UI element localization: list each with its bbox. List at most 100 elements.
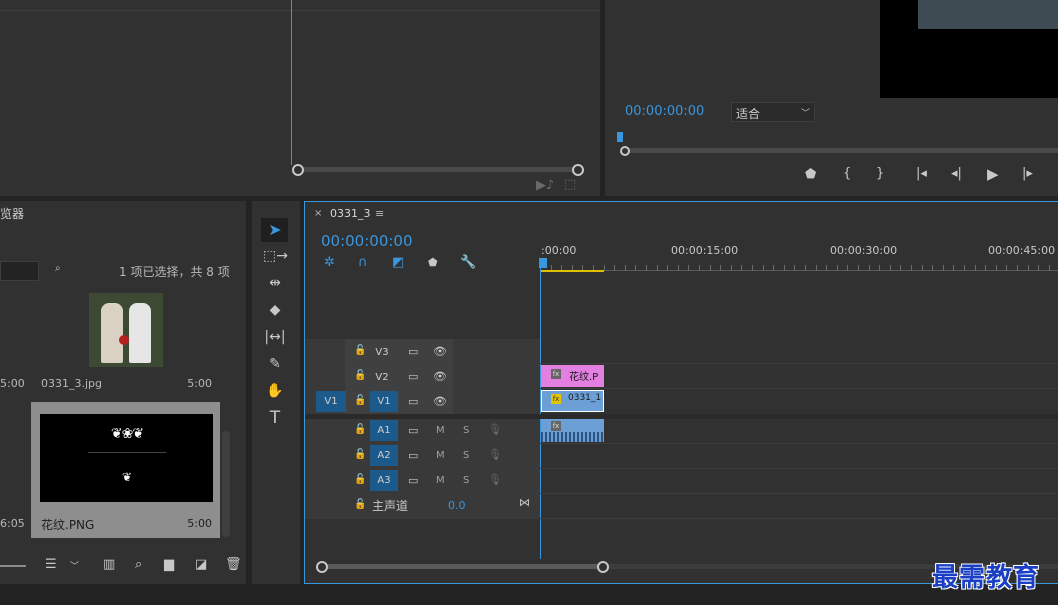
bowtie-icon[interactable]: ⋈ (519, 496, 530, 509)
hand-tool-icon[interactable]: ✋ (263, 380, 287, 402)
nest-icon[interactable]: ✲ (324, 255, 335, 270)
add-marker-icon[interactable]: ⬟ (805, 167, 816, 182)
program-scroll-handle[interactable] (620, 146, 630, 156)
program-monitor-panel: 00:00:00:00 适合 ﹀ ⬟ { } |◂ ◂| ▶ |▸ (605, 0, 1058, 196)
close-icon[interactable]: × (314, 208, 322, 219)
solo-button[interactable]: S (463, 450, 469, 461)
fit-dropdown[interactable]: 适合 ﹀ (731, 102, 815, 122)
program-scroll-track[interactable] (625, 148, 1058, 153)
lock-icon[interactable]: 🔓 (354, 474, 366, 485)
project-item-0331-3[interactable]: 0331_3.jpg 5:00 (31, 293, 220, 396)
step-forward-icon[interactable]: |▸ (1022, 166, 1033, 181)
zoom-scrollbar-track[interactable] (297, 167, 579, 172)
track-label-v1[interactable]: V1 (370, 391, 398, 412)
timeline-playhead-head[interactable] (539, 258, 547, 268)
microphone-icon[interactable]: 🎙 (488, 473, 502, 486)
lock-icon[interactable]: 🔓 (354, 424, 366, 435)
program-timecode[interactable]: 00:00:00:00 (625, 104, 704, 119)
export-frame-icon[interactable]: ⬚ (564, 177, 576, 192)
zoom-scrollbar-right-handle[interactable] (572, 164, 584, 176)
ruler-tick (911, 265, 912, 271)
work-area-bar[interactable] (540, 270, 604, 272)
sync-lock-icon[interactable]: ▭ (408, 395, 418, 408)
track-select-tool-icon[interactable]: ⬚→ (263, 245, 288, 267)
mute-button[interactable]: M (436, 475, 445, 486)
eye-icon[interactable]: 👁 (433, 370, 447, 383)
eye-icon[interactable]: 👁 (433, 345, 447, 358)
play-icon[interactable]: ▶ (987, 165, 999, 183)
ruler-baseline[interactable] (540, 270, 1058, 271)
zoom-scrollbar-left-handle[interactable] (292, 164, 304, 176)
clip-0331-1[interactable]: fx 0331_1 (541, 390, 604, 412)
video-audio-divider (305, 414, 1058, 419)
find-icon[interactable]: ⌕ (135, 557, 142, 572)
mark-out-icon[interactable]: } (876, 166, 884, 181)
sync-lock-icon[interactable]: ▭ (408, 474, 418, 487)
clip-huawen[interactable]: fx 花纹.P (541, 365, 604, 387)
program-playhead[interactable] (617, 132, 623, 142)
trash-icon[interactable]: 🗑 (225, 557, 242, 572)
panel-menu-icon[interactable]: ≡ (375, 207, 384, 220)
timeline-scroll-right-handle[interactable] (597, 561, 609, 573)
sync-lock-icon[interactable]: ▭ (408, 424, 418, 437)
timeline-tab[interactable]: 0331_3 (330, 207, 371, 220)
sort-icon[interactable]: ☰ (45, 557, 57, 572)
microphone-icon[interactable]: 🎙 (488, 448, 502, 461)
ruler-tick (625, 265, 626, 271)
search-input[interactable] (0, 261, 39, 281)
wrench-icon[interactable]: 🔧 (460, 255, 476, 270)
search-icon[interactable]: ⌕ (55, 263, 61, 274)
sync-lock-icon[interactable]: ▭ (408, 449, 418, 462)
track-label-v2[interactable]: V2 (371, 367, 393, 388)
lock-icon[interactable]: 🔓 (354, 449, 366, 460)
lock-icon[interactable]: 🔓 (354, 345, 366, 356)
add-marker-icon[interactable]: ⬟ (428, 256, 438, 269)
program-ruler[interactable] (615, 132, 1058, 146)
zoom-slider[interactable] (0, 565, 26, 567)
track-label-a1[interactable]: A1 (370, 420, 398, 441)
type-tool-icon[interactable]: T (263, 407, 287, 429)
go-to-in-icon[interactable]: |◂ (916, 166, 927, 181)
solo-button[interactable]: S (463, 425, 469, 436)
ruler-tick (985, 265, 986, 271)
step-back-icon[interactable]: ◂| (951, 166, 962, 181)
track-label-a3[interactable]: A3 (370, 470, 398, 491)
project-scrollbar[interactable] (222, 431, 230, 537)
ornament-bottom: ❦ (121, 470, 133, 484)
audio-clip-a1[interactable]: fx (541, 419, 604, 442)
project-item-huawen[interactable]: ❦❀❦ ❦ 花纹.PNG 5:00 (31, 402, 220, 538)
project-panel-title[interactable]: 览器 (0, 205, 24, 222)
lock-icon[interactable]: 🔓 (354, 370, 366, 381)
ruler-tick (826, 265, 827, 271)
insert-icon[interactable]: ▶♪ (536, 178, 554, 193)
microphone-icon[interactable]: 🎙 (488, 423, 502, 436)
sync-lock-icon[interactable]: ▭ (408, 345, 418, 358)
sync-lock-icon[interactable]: ▭ (408, 370, 418, 383)
new-bin-icon[interactable]: ▆ (164, 557, 174, 572)
ruler-tick (720, 265, 721, 271)
mute-button[interactable]: M (436, 450, 445, 461)
timeline-scroll-left-handle[interactable] (316, 561, 328, 573)
pen-tool-icon[interactable]: ✎ (263, 353, 287, 375)
timeline-scrollbar-thumb[interactable] (322, 564, 604, 569)
track-label-a2[interactable]: A2 (370, 445, 398, 466)
solo-button[interactable]: S (463, 475, 469, 486)
source-patch-v1[interactable]: V1 (316, 391, 346, 412)
track-label-v3[interactable]: V3 (371, 342, 393, 363)
automate-icon[interactable]: ▥ (103, 557, 115, 572)
timeline-timecode[interactable]: 00:00:00:00 (321, 232, 413, 250)
selection-tool-icon[interactable]: ➤ (263, 219, 287, 241)
ripple-edit-tool-icon[interactable]: ⇹ (263, 272, 287, 294)
lock-icon[interactable]: 🔓 (354, 499, 366, 510)
linked-selection-icon[interactable]: ◩ (392, 255, 404, 270)
new-item-icon[interactable]: ◪ (195, 557, 207, 572)
chevron-down-icon[interactable]: ﹀ (70, 559, 79, 572)
razor-tool-icon[interactable]: ◆ (263, 299, 287, 321)
mute-button[interactable]: M (436, 425, 445, 436)
lock-icon[interactable]: 🔓 (354, 395, 366, 406)
mark-in-icon[interactable]: { (843, 166, 851, 181)
master-volume[interactable]: 0.0 (448, 499, 466, 512)
slip-tool-icon[interactable]: |↔| (263, 326, 287, 348)
eye-icon[interactable]: 👁 (433, 395, 447, 408)
snap-icon[interactable]: ∩ (358, 255, 368, 270)
